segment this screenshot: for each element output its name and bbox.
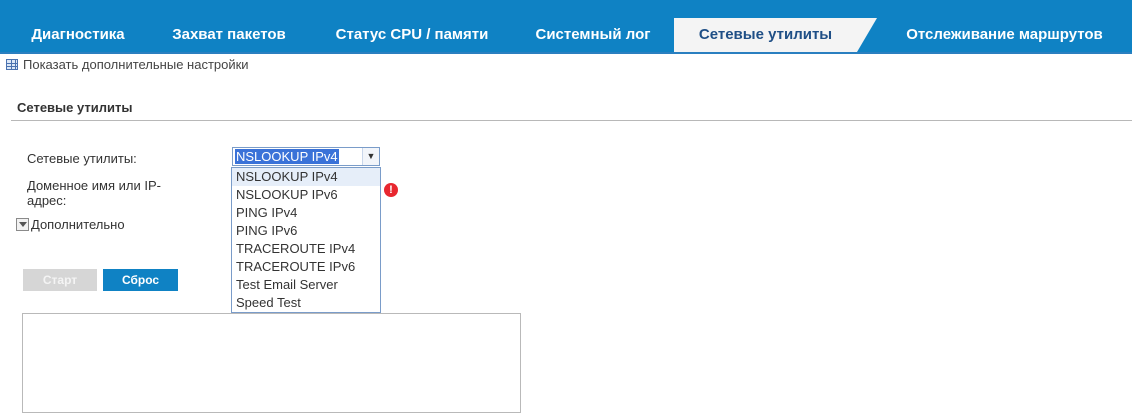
tab-cpu-memory-status[interactable]: Статус CPU / памяти xyxy=(312,18,512,52)
dropdown-option[interactable]: Test Email Server xyxy=(232,276,380,294)
dropdown-option[interactable]: TRACEROUTE IPv4 xyxy=(232,240,380,258)
output-textarea[interactable] xyxy=(22,313,521,413)
tab-bar: Диагностика Захват пакетов Статус CPU / … xyxy=(0,0,1132,54)
host-label-line2: адрес: xyxy=(27,193,67,208)
reset-button[interactable]: Сброс xyxy=(103,269,178,291)
utility-select[interactable]: NSLOOKUP IPv4 ▼ xyxy=(232,147,380,166)
dropdown-option[interactable]: Speed Test xyxy=(232,294,380,312)
host-label: Доменное имя или IP- адрес: xyxy=(27,178,161,208)
show-advanced-settings-link[interactable]: Показать дополнительные настройки xyxy=(6,57,249,72)
utility-label: Сетевые утилиты: xyxy=(27,151,137,166)
expand-triangle-icon[interactable] xyxy=(16,218,29,231)
section-divider xyxy=(11,120,1132,121)
tab-diagnostics[interactable]: Диагностика xyxy=(10,18,146,52)
host-label-line1: Доменное имя или IP- xyxy=(27,178,161,193)
dropdown-option[interactable]: PING IPv6 xyxy=(232,222,380,240)
section-title: Сетевые утилиты xyxy=(17,100,133,115)
error-icon: ! xyxy=(384,183,398,197)
chevron-down-icon[interactable]: ▼ xyxy=(362,148,379,165)
dropdown-option[interactable]: TRACEROUTE IPv6 xyxy=(232,258,380,276)
tab-system-log[interactable]: Системный лог xyxy=(522,18,664,52)
dropdown-option[interactable]: PING IPv4 xyxy=(232,204,380,222)
start-button[interactable]: Старт xyxy=(23,269,97,291)
utility-selected-value: NSLOOKUP IPv4 xyxy=(235,149,339,164)
tab-network-utilities[interactable]: Сетевые утилиты xyxy=(674,18,857,52)
dropdown-option[interactable]: NSLOOKUP IPv6 xyxy=(232,186,380,204)
dropdown-option[interactable]: NSLOOKUP IPv4 xyxy=(232,168,380,186)
tab-route-tracking[interactable]: Отслеживание маршрутов xyxy=(882,18,1127,52)
table-icon xyxy=(6,59,18,70)
tab-packet-capture[interactable]: Захват пакетов xyxy=(156,18,302,52)
show-advanced-settings-label: Показать дополнительные настройки xyxy=(23,57,249,72)
utility-dropdown-list: NSLOOKUP IPv4 NSLOOKUP IPv6 PING IPv4 PI… xyxy=(231,167,381,313)
active-tab-edge xyxy=(857,18,877,52)
advanced-toggle-label: Дополнительно xyxy=(31,217,125,232)
advanced-toggle[interactable]: Дополнительно xyxy=(16,217,125,232)
